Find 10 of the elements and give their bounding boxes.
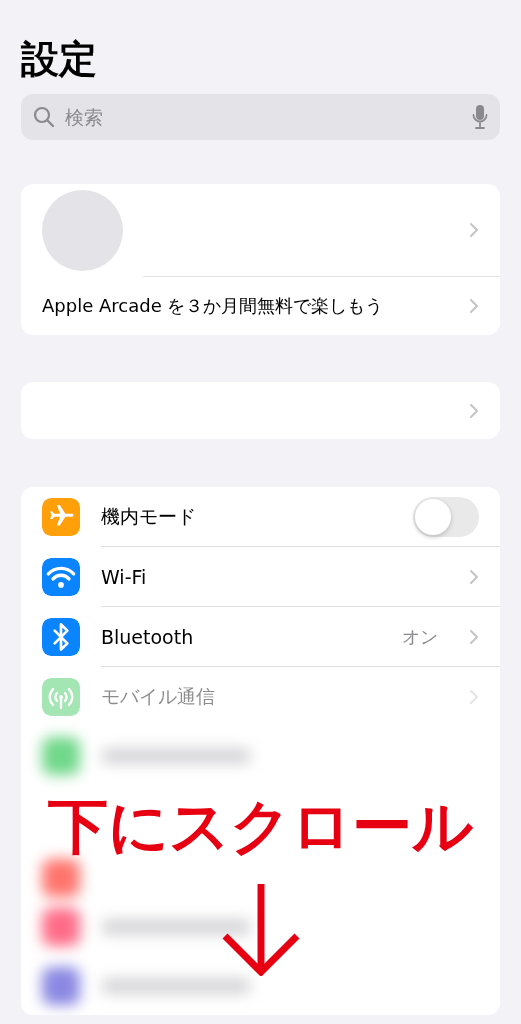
search-bar[interactable]: 検索 (21, 94, 500, 140)
promo-row[interactable]: Apple Arcade を３か月間無料で楽しもう (21, 277, 500, 335)
setting-label[interactable]: 機内モード (101, 503, 392, 530)
page-title: 設定 (21, 36, 98, 83)
search-field[interactable]: 検索 (63, 94, 464, 140)
scroll-caption: 下にスクロール (48, 798, 473, 854)
setting-value: オン (402, 624, 438, 649)
setting-label[interactable]: Bluetooth (101, 625, 381, 648)
promo-label: Apple Arcade を３か月間無料で楽しもう (42, 294, 385, 318)
setting-label[interactable]: Wi-Fi (101, 565, 448, 588)
